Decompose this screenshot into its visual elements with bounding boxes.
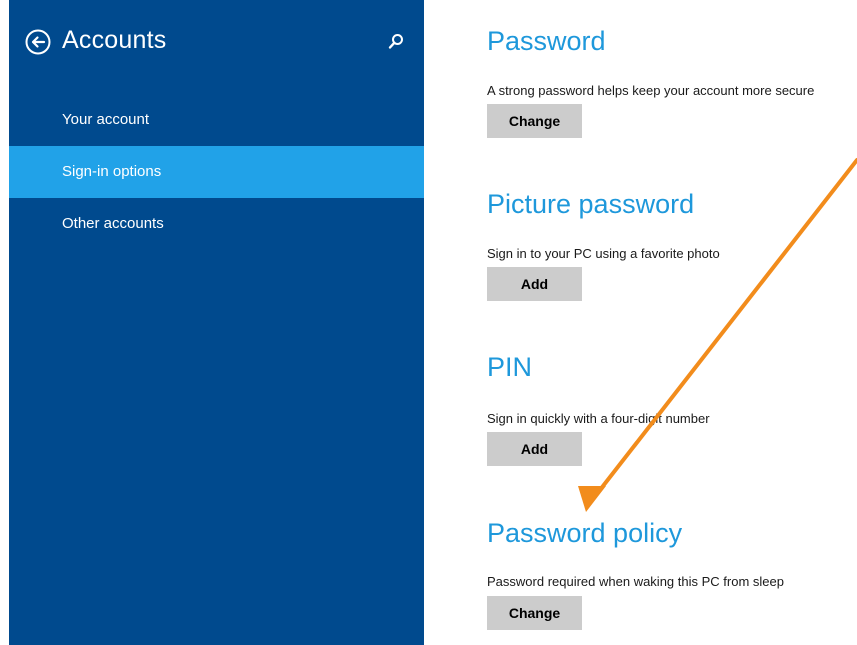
search-button[interactable]: [387, 32, 405, 52]
section-title: Password: [487, 26, 606, 56]
change-password-policy-button[interactable]: Change: [487, 596, 582, 630]
sidebar-item-label: Sign-in options: [62, 163, 162, 180]
section-description: Password required when waking this PC fr…: [487, 574, 784, 589]
section-description: Sign in quickly with a four-digit number: [487, 411, 710, 426]
page-title: Accounts: [62, 26, 167, 54]
section-description: Sign in to your PC using a favorite phot…: [487, 246, 720, 261]
section-title: PIN: [487, 352, 533, 382]
section-title: Password policy: [487, 518, 683, 548]
change-password-button[interactable]: Change: [487, 104, 582, 138]
sidebar-item-label: Other accounts: [62, 215, 164, 232]
back-button[interactable]: [25, 29, 51, 55]
sidebar-header: Accounts: [9, 24, 424, 64]
back-arrow-icon: [25, 29, 51, 55]
sidebar-item-label: Your account: [62, 111, 150, 128]
section-description: A strong password helps keep your accoun…: [487, 83, 815, 98]
sidebar-item-your-account[interactable]: Your account: [9, 94, 424, 146]
search-icon: [388, 34, 403, 49]
sidebar: Accounts Your account Sign-in options Ot…: [9, 0, 424, 645]
add-picture-password-button[interactable]: Add: [487, 267, 582, 301]
section-title: Picture password: [487, 189, 695, 219]
sidebar-item-other-accounts[interactable]: Other accounts: [9, 198, 424, 250]
add-pin-button[interactable]: Add: [487, 432, 582, 466]
main-content: Password A strong password helps keep yo…: [424, 0, 857, 645]
sidebar-item-sign-in-options[interactable]: Sign-in options: [9, 146, 424, 198]
